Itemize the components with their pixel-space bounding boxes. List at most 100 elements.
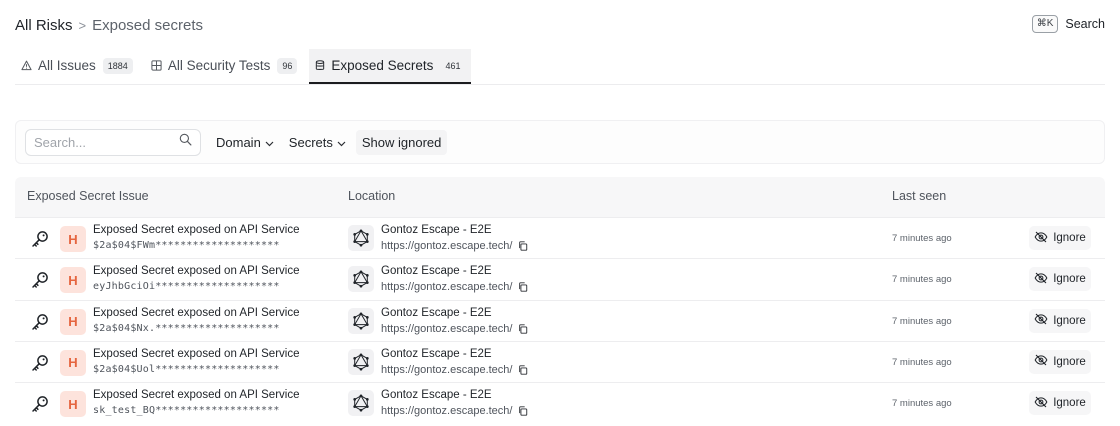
eye-off-icon: [1034, 272, 1048, 287]
graphql-icon: [348, 266, 374, 293]
severity-badge: H: [60, 267, 86, 294]
exposed-secrets-table: Exposed Secret Issue Location Last seen …: [15, 177, 1105, 426]
key-icon: [27, 267, 53, 293]
graphql-icon: [348, 390, 374, 417]
table-row[interactable]: H Exposed Secret exposed on API Service …: [15, 340, 1105, 382]
location-url-group: https://gontoz.escape.tech/: [381, 405, 528, 417]
ignore-button[interactable]: Ignore: [1029, 308, 1091, 333]
last-seen-time: 7 minutes ago: [892, 233, 952, 244]
copy-icon[interactable]: [518, 323, 528, 334]
tab-label: All Issues: [38, 58, 96, 73]
secrets-filter-dropdown[interactable]: Secrets: [289, 135, 346, 150]
search-box: [25, 128, 201, 156]
graphql-icon: [348, 348, 374, 375]
tab-label: Exposed Secrets: [331, 58, 434, 73]
warning-triangle-icon: [21, 60, 32, 71]
table-row[interactable]: H Exposed Secret exposed on API Service …: [15, 299, 1105, 341]
breadcrumb-current: Exposed secrets: [92, 16, 203, 34]
ignore-button[interactable]: Ignore: [1029, 226, 1091, 250]
project-name[interactable]: Gontoz Escape - E2E: [381, 348, 492, 360]
eye-off-icon: [1034, 313, 1048, 328]
search-input[interactable]: [34, 134, 179, 150]
search-icon[interactable]: [179, 133, 192, 151]
column-header-issue[interactable]: Exposed Secret Issue: [27, 189, 149, 203]
ignore-button[interactable]: Ignore: [1029, 267, 1091, 292]
copy-icon[interactable]: [518, 241, 528, 251]
issue-title[interactable]: Exposed Secret exposed on API Service: [93, 224, 299, 236]
severity-badge: H: [60, 226, 86, 252]
location-url-group: https://gontoz.escape.tech/: [381, 364, 528, 376]
copy-icon[interactable]: [518, 365, 528, 375]
issue-title[interactable]: Exposed Secret exposed on API Service: [93, 389, 299, 401]
tab-bar: All Issues 1884 All Security Tests 96 Ex…: [15, 49, 477, 85]
issue-title[interactable]: Exposed Secret exposed on API Service: [93, 307, 299, 319]
ignore-button[interactable]: Ignore: [1029, 391, 1091, 416]
table-header: Exposed Secret Issue Location Last seen: [15, 177, 1105, 217]
tab-exposed-secrets[interactable]: Exposed Secrets 461: [309, 49, 472, 85]
global-search-button[interactable]: ⌘K Search: [1031, 15, 1105, 33]
location-url-group: https://gontoz.escape.tech/: [381, 281, 528, 293]
copy-icon[interactable]: [518, 282, 528, 292]
key-icon: [27, 350, 53, 376]
table-row[interactable]: H Exposed Secret exposed on API Service …: [15, 258, 1105, 299]
location-url[interactable]: https://gontoz.escape.tech/: [381, 240, 512, 252]
location-url[interactable]: https://gontoz.escape.tech/: [381, 323, 512, 335]
last-seen-time: 7 minutes ago: [892, 274, 952, 286]
last-seen-time: 7 minutes ago: [892, 356, 952, 368]
issue-title[interactable]: Exposed Secret exposed on API Service: [93, 265, 299, 277]
domain-filter-dropdown[interactable]: Domain: [216, 135, 274, 150]
tab-count-badge: 1884: [102, 57, 133, 74]
location-url-group: https://gontoz.escape.tech/: [381, 323, 528, 335]
tabs-divider: [15, 84, 1105, 85]
project-name[interactable]: Gontoz Escape - E2E: [381, 389, 492, 401]
key-icon: [27, 391, 53, 417]
project-name[interactable]: Gontoz Escape - E2E: [381, 307, 492, 319]
ignore-label: Ignore: [1053, 397, 1086, 410]
ignore-button[interactable]: Ignore: [1029, 349, 1091, 374]
ignore-label: Ignore: [1053, 232, 1086, 244]
key-icon: [27, 309, 53, 335]
masked-secret: $2a$04$Uol********************: [93, 363, 280, 375]
location-url[interactable]: https://gontoz.escape.tech/: [381, 405, 512, 417]
issue-title[interactable]: Exposed Secret exposed on API Service: [93, 348, 299, 360]
ignore-label: Ignore: [1053, 355, 1086, 368]
project-name[interactable]: Gontoz Escape - E2E: [381, 265, 492, 277]
column-header-last-seen[interactable]: Last seen: [892, 189, 946, 203]
eye-off-icon: [1034, 231, 1048, 246]
grid-icon: [151, 60, 162, 71]
chevron-down-icon: [337, 135, 346, 150]
key-icon: [27, 226, 53, 252]
tab-all-security-tests[interactable]: All Security Tests 96: [145, 49, 304, 82]
secrets-filter-label: Secrets: [288, 134, 333, 150]
severity-badge: H: [60, 349, 86, 376]
graphql-icon: [348, 307, 374, 334]
show-ignored-toggle[interactable]: Show ignored: [355, 129, 448, 155]
table-row[interactable]: H Exposed Secret exposed on API Service …: [15, 217, 1105, 258]
global-search-label: Search: [1065, 17, 1105, 31]
eye-off-icon: [1034, 354, 1048, 369]
ignore-label: Ignore: [1053, 314, 1086, 327]
tab-all-issues[interactable]: All Issues 1884: [15, 49, 139, 82]
database-icon: [315, 60, 325, 71]
copy-icon[interactable]: [518, 406, 528, 416]
severity-badge: H: [60, 391, 86, 418]
location-url[interactable]: https://gontoz.escape.tech/: [381, 281, 512, 293]
masked-secret: sk_test_BQ********************: [93, 405, 280, 417]
tab-count-badge: 96: [277, 57, 298, 74]
project-name[interactable]: Gontoz Escape - E2E: [381, 224, 492, 236]
last-seen-time: 7 minutes ago: [892, 398, 952, 410]
keyboard-shortcut-badge: ⌘K: [1031, 15, 1059, 33]
tab-label: All Security Tests: [167, 58, 271, 73]
top-bar: All Risks > Exposed secrets ⌘K Search: [15, 14, 1105, 36]
eye-off-icon: [1034, 396, 1048, 411]
severity-badge: H: [60, 308, 86, 335]
location-url-group: https://gontoz.escape.tech/: [381, 240, 528, 252]
ignore-label: Ignore: [1053, 273, 1086, 286]
location-url[interactable]: https://gontoz.escape.tech/: [381, 364, 512, 376]
breadcrumb-all-risks[interactable]: All Risks: [15, 17, 73, 34]
breadcrumb: All Risks > Exposed secrets: [15, 14, 1105, 36]
last-seen-time: 7 minutes ago: [892, 315, 952, 327]
column-header-location[interactable]: Location: [348, 189, 395, 203]
table-row[interactable]: H Exposed Secret exposed on API Service …: [15, 382, 1105, 423]
domain-filter-label: Domain: [216, 134, 261, 150]
